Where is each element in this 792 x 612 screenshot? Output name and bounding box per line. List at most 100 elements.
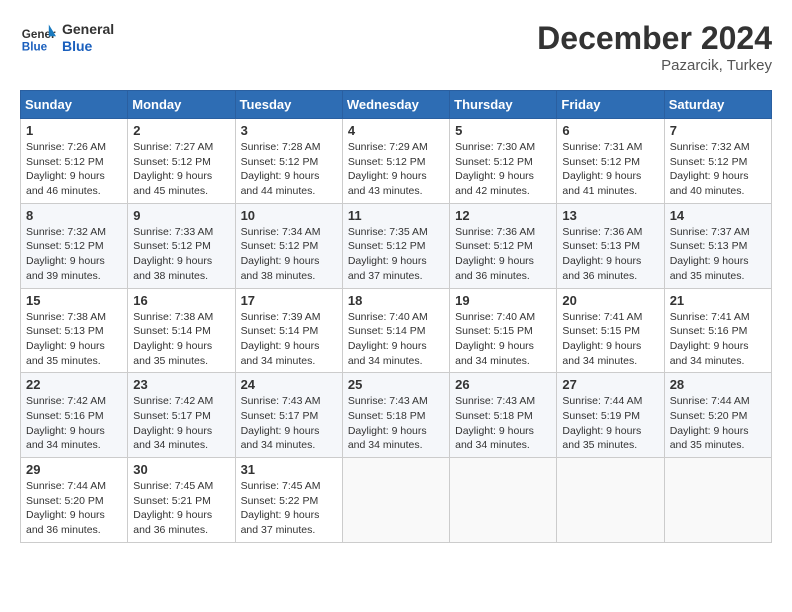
- calendar-cell: 24 Sunrise: 7:43 AM Sunset: 5:17 PM Dayl…: [235, 373, 342, 458]
- day-number: 23: [133, 377, 229, 392]
- day-number: 26: [455, 377, 551, 392]
- day-info: Sunrise: 7:38 AM Sunset: 5:13 PM Dayligh…: [26, 310, 122, 369]
- day-number: 12: [455, 208, 551, 223]
- logo-general: General: [62, 21, 114, 38]
- day-info: Sunrise: 7:43 AM Sunset: 5:18 PM Dayligh…: [455, 394, 551, 453]
- page-header: General Blue General Blue December 2024 …: [20, 20, 772, 74]
- calendar-cell: 20 Sunrise: 7:41 AM Sunset: 5:15 PM Dayl…: [557, 288, 664, 373]
- day-number: 24: [241, 377, 337, 392]
- day-info: Sunrise: 7:40 AM Sunset: 5:14 PM Dayligh…: [348, 310, 444, 369]
- day-number: 15: [26, 293, 122, 308]
- day-info: Sunrise: 7:43 AM Sunset: 5:17 PM Dayligh…: [241, 394, 337, 453]
- day-number: 28: [670, 377, 766, 392]
- day-info: Sunrise: 7:29 AM Sunset: 5:12 PM Dayligh…: [348, 140, 444, 199]
- day-number: 8: [26, 208, 122, 223]
- day-info: Sunrise: 7:36 AM Sunset: 5:12 PM Dayligh…: [455, 225, 551, 284]
- day-number: 5: [455, 123, 551, 138]
- logo: General Blue General Blue: [20, 20, 114, 56]
- weekday-header-thursday: Thursday: [450, 91, 557, 119]
- weekday-header-friday: Friday: [557, 91, 664, 119]
- svg-text:Blue: Blue: [22, 41, 48, 54]
- calendar-cell: 27 Sunrise: 7:44 AM Sunset: 5:19 PM Dayl…: [557, 373, 664, 458]
- calendar-cell: 10 Sunrise: 7:34 AM Sunset: 5:12 PM Dayl…: [235, 203, 342, 288]
- calendar-cell: 13 Sunrise: 7:36 AM Sunset: 5:13 PM Dayl…: [557, 203, 664, 288]
- day-info: Sunrise: 7:41 AM Sunset: 5:15 PM Dayligh…: [562, 310, 658, 369]
- day-number: 3: [241, 123, 337, 138]
- calendar-cell: 5 Sunrise: 7:30 AM Sunset: 5:12 PM Dayli…: [450, 119, 557, 204]
- day-number: 22: [26, 377, 122, 392]
- month-title: December 2024: [537, 20, 772, 57]
- day-info: Sunrise: 7:43 AM Sunset: 5:18 PM Dayligh…: [348, 394, 444, 453]
- day-info: Sunrise: 7:42 AM Sunset: 5:16 PM Dayligh…: [26, 394, 122, 453]
- day-info: Sunrise: 7:27 AM Sunset: 5:12 PM Dayligh…: [133, 140, 229, 199]
- calendar-cell: 12 Sunrise: 7:36 AM Sunset: 5:12 PM Dayl…: [450, 203, 557, 288]
- day-info: Sunrise: 7:37 AM Sunset: 5:13 PM Dayligh…: [670, 225, 766, 284]
- calendar-cell: 3 Sunrise: 7:28 AM Sunset: 5:12 PM Dayli…: [235, 119, 342, 204]
- day-info: Sunrise: 7:31 AM Sunset: 5:12 PM Dayligh…: [562, 140, 658, 199]
- calendar-cell: 1 Sunrise: 7:26 AM Sunset: 5:12 PM Dayli…: [21, 119, 128, 204]
- weekday-header-saturday: Saturday: [664, 91, 771, 119]
- day-info: Sunrise: 7:41 AM Sunset: 5:16 PM Dayligh…: [670, 310, 766, 369]
- calendar-cell: 23 Sunrise: 7:42 AM Sunset: 5:17 PM Dayl…: [128, 373, 235, 458]
- day-info: Sunrise: 7:32 AM Sunset: 5:12 PM Dayligh…: [670, 140, 766, 199]
- calendar-cell: 14 Sunrise: 7:37 AM Sunset: 5:13 PM Dayl…: [664, 203, 771, 288]
- day-info: Sunrise: 7:44 AM Sunset: 5:19 PM Dayligh…: [562, 394, 658, 453]
- calendar-cell: 8 Sunrise: 7:32 AM Sunset: 5:12 PM Dayli…: [21, 203, 128, 288]
- day-info: Sunrise: 7:28 AM Sunset: 5:12 PM Dayligh…: [241, 140, 337, 199]
- day-info: Sunrise: 7:40 AM Sunset: 5:15 PM Dayligh…: [455, 310, 551, 369]
- day-number: 21: [670, 293, 766, 308]
- day-number: 27: [562, 377, 658, 392]
- calendar-cell: 11 Sunrise: 7:35 AM Sunset: 5:12 PM Dayl…: [342, 203, 449, 288]
- day-number: 2: [133, 123, 229, 138]
- calendar-cell: 29 Sunrise: 7:44 AM Sunset: 5:20 PM Dayl…: [21, 458, 128, 543]
- logo-icon: General Blue: [20, 20, 56, 56]
- calendar-cell: 28 Sunrise: 7:44 AM Sunset: 5:20 PM Dayl…: [664, 373, 771, 458]
- calendar-table: SundayMondayTuesdayWednesdayThursdayFrid…: [20, 90, 772, 543]
- day-info: Sunrise: 7:45 AM Sunset: 5:22 PM Dayligh…: [241, 479, 337, 538]
- weekday-header-wednesday: Wednesday: [342, 91, 449, 119]
- calendar-cell: 15 Sunrise: 7:38 AM Sunset: 5:13 PM Dayl…: [21, 288, 128, 373]
- day-info: Sunrise: 7:38 AM Sunset: 5:14 PM Dayligh…: [133, 310, 229, 369]
- day-number: 10: [241, 208, 337, 223]
- day-info: Sunrise: 7:44 AM Sunset: 5:20 PM Dayligh…: [26, 479, 122, 538]
- calendar-cell: 30 Sunrise: 7:45 AM Sunset: 5:21 PM Dayl…: [128, 458, 235, 543]
- calendar-cell: 2 Sunrise: 7:27 AM Sunset: 5:12 PM Dayli…: [128, 119, 235, 204]
- calendar-cell: 6 Sunrise: 7:31 AM Sunset: 5:12 PM Dayli…: [557, 119, 664, 204]
- day-info: Sunrise: 7:36 AM Sunset: 5:13 PM Dayligh…: [562, 225, 658, 284]
- day-info: Sunrise: 7:45 AM Sunset: 5:21 PM Dayligh…: [133, 479, 229, 538]
- day-number: 11: [348, 208, 444, 223]
- weekday-header-sunday: Sunday: [21, 91, 128, 119]
- day-number: 29: [26, 462, 122, 477]
- calendar-cell: [342, 458, 449, 543]
- calendar-cell: 18 Sunrise: 7:40 AM Sunset: 5:14 PM Dayl…: [342, 288, 449, 373]
- calendar-cell: [557, 458, 664, 543]
- calendar-cell: 7 Sunrise: 7:32 AM Sunset: 5:12 PM Dayli…: [664, 119, 771, 204]
- day-info: Sunrise: 7:39 AM Sunset: 5:14 PM Dayligh…: [241, 310, 337, 369]
- weekday-header-tuesday: Tuesday: [235, 91, 342, 119]
- day-number: 17: [241, 293, 337, 308]
- calendar-cell: 16 Sunrise: 7:38 AM Sunset: 5:14 PM Dayl…: [128, 288, 235, 373]
- calendar-cell: 26 Sunrise: 7:43 AM Sunset: 5:18 PM Dayl…: [450, 373, 557, 458]
- day-number: 18: [348, 293, 444, 308]
- day-info: Sunrise: 7:30 AM Sunset: 5:12 PM Dayligh…: [455, 140, 551, 199]
- day-number: 7: [670, 123, 766, 138]
- day-number: 6: [562, 123, 658, 138]
- day-number: 9: [133, 208, 229, 223]
- title-block: December 2024 Pazarcik, Turkey: [537, 20, 772, 74]
- calendar-cell: 17 Sunrise: 7:39 AM Sunset: 5:14 PM Dayl…: [235, 288, 342, 373]
- day-number: 16: [133, 293, 229, 308]
- day-number: 4: [348, 123, 444, 138]
- day-info: Sunrise: 7:26 AM Sunset: 5:12 PM Dayligh…: [26, 140, 122, 199]
- day-number: 31: [241, 462, 337, 477]
- day-number: 13: [562, 208, 658, 223]
- calendar-cell: [450, 458, 557, 543]
- calendar-cell: 19 Sunrise: 7:40 AM Sunset: 5:15 PM Dayl…: [450, 288, 557, 373]
- calendar-cell: 22 Sunrise: 7:42 AM Sunset: 5:16 PM Dayl…: [21, 373, 128, 458]
- day-number: 30: [133, 462, 229, 477]
- calendar-cell: 21 Sunrise: 7:41 AM Sunset: 5:16 PM Dayl…: [664, 288, 771, 373]
- day-number: 20: [562, 293, 658, 308]
- calendar-cell: 25 Sunrise: 7:43 AM Sunset: 5:18 PM Dayl…: [342, 373, 449, 458]
- day-number: 25: [348, 377, 444, 392]
- day-info: Sunrise: 7:33 AM Sunset: 5:12 PM Dayligh…: [133, 225, 229, 284]
- calendar-cell: 31 Sunrise: 7:45 AM Sunset: 5:22 PM Dayl…: [235, 458, 342, 543]
